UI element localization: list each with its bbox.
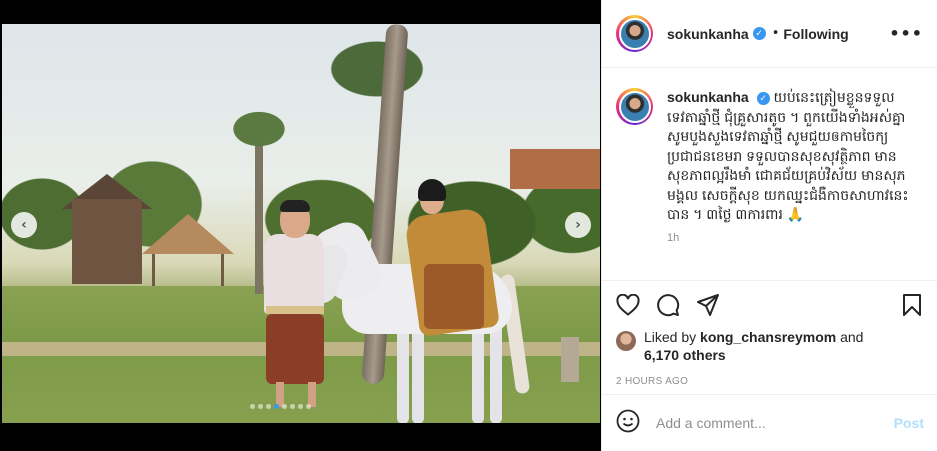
caption: sokunkanha ✓ យប់នេះត្រៀមខ្លួនទទួលទេវតាឆ្… (667, 88, 917, 280)
photo-horse-leg (397, 324, 409, 423)
liked-by-prefix: Liked by (644, 329, 701, 345)
carousel-dot (250, 404, 255, 409)
post-comment-button[interactable]: Post (894, 415, 924, 431)
carousel-dot (282, 404, 287, 409)
post-sidebar: sokunkanha ✓ • Following ••• sokunkanha … (601, 0, 937, 451)
caption-time[interactable]: 1h (667, 229, 917, 249)
photo-post (561, 337, 579, 382)
comment-input[interactable] (656, 415, 866, 431)
paper-plane-icon[interactable] (696, 293, 720, 317)
comment-box: Post (602, 394, 937, 451)
following-button[interactable]: Following (783, 26, 848, 42)
photo-palm-small-top (217, 99, 302, 159)
carousel-dot (266, 404, 271, 409)
more-options-icon[interactable]: ••• (889, 24, 923, 43)
smiley-icon[interactable] (616, 409, 640, 437)
likes-section: Liked by kong_chansreymom and 6,170 othe… (602, 328, 937, 368)
carousel-dot (306, 404, 311, 409)
photo-horse-leg (490, 324, 502, 423)
carousel-dot (274, 404, 279, 409)
photo-woman-hair (418, 179, 446, 201)
photo-horse-leg (472, 324, 484, 423)
liker-avatar[interactable] (616, 331, 636, 351)
separator-dot: • (771, 26, 780, 41)
caption-avatar[interactable] (616, 88, 653, 125)
photo-roof-right (510, 149, 600, 189)
action-bar (602, 281, 937, 328)
heart-icon[interactable] (616, 293, 640, 316)
caption-section: sokunkanha ✓ យប់នេះត្រៀមខ្លួនទទួលទេវតាឆ្… (602, 68, 937, 281)
comment-bubble-icon[interactable] (656, 293, 680, 317)
likes-count[interactable]: 6,170 others (644, 347, 726, 363)
caption-username[interactable]: sokunkanha (667, 89, 749, 105)
likes-text: Liked by kong_chansreymom and 6,170 othe… (644, 328, 863, 364)
carousel-next-button[interactable]: › (565, 212, 591, 238)
post-media: ‹ › (0, 0, 601, 451)
photo-horse-leg (412, 324, 424, 423)
caption-verified-badge-icon: ✓ (756, 91, 770, 105)
carousel-dot (298, 404, 303, 409)
liker-username[interactable]: kong_chansreymom (700, 329, 836, 345)
photo-man-pants (266, 314, 324, 384)
carousel-prev-button[interactable]: ‹ (11, 212, 37, 238)
carousel-dot (290, 404, 295, 409)
author-avatar[interactable] (616, 15, 653, 52)
photo-house (72, 199, 142, 284)
author-avatar-image (618, 17, 651, 50)
post-header: sokunkanha ✓ • Following ••• (602, 0, 937, 68)
photo-man-belt (266, 306, 324, 314)
carousel-dot (258, 404, 263, 409)
photo-man-shirt (264, 234, 324, 314)
photo-woman-skirt (424, 264, 484, 329)
photo-man-hair (280, 200, 310, 212)
post-photo[interactable] (2, 24, 600, 423)
carousel-indicator (250, 404, 311, 409)
bookmark-icon[interactable] (901, 293, 923, 317)
caption-avatar-image (618, 90, 651, 123)
verified-badge-icon: ✓ (752, 27, 766, 40)
author-username[interactable]: sokunkanha (667, 26, 749, 42)
caption-text: យប់នេះត្រៀមខ្លួនទទួលទេវតាឆ្នាំថ្មី ជុំគ្… (667, 89, 909, 222)
photo-palm-top (302, 24, 452, 114)
liked-by-and: and (836, 329, 864, 345)
